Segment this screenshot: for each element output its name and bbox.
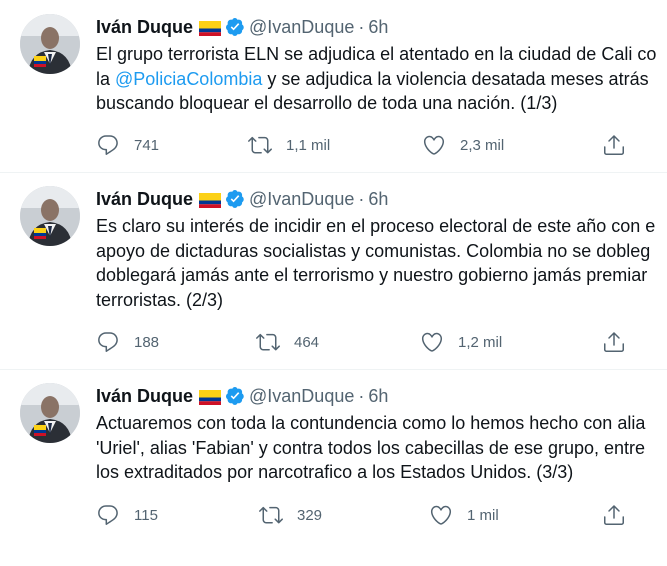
tweet-header: Iván Duque @IvanDuque · 6h bbox=[96, 385, 388, 407]
reply-icon bbox=[98, 505, 118, 525]
retweet-button[interactable]: 1,1 mil bbox=[248, 133, 330, 157]
verified-badge-icon bbox=[226, 190, 244, 208]
colombia-flag-icon bbox=[199, 193, 222, 208]
like-button[interactable]: 2,3 mil bbox=[422, 133, 504, 157]
tweet-time[interactable]: 6h bbox=[368, 189, 388, 209]
tweet-text: Es claro su interés de incidir en el pro… bbox=[96, 214, 667, 312]
colombia-flag-icon bbox=[199, 390, 222, 405]
share-button[interactable] bbox=[602, 133, 626, 157]
separator-dot: · bbox=[358, 17, 365, 37]
tweet-time[interactable]: 6h bbox=[368, 17, 388, 37]
verified-badge-icon bbox=[226, 387, 244, 405]
avatar[interactable] bbox=[20, 14, 80, 74]
avatar[interactable] bbox=[20, 186, 80, 246]
tweet-line: doblegará jamás ante el terrorismo y nue… bbox=[96, 265, 648, 285]
separator-dot: · bbox=[358, 189, 365, 209]
tweet-2[interactable]: Iván Duque @IvanDuque · 6h Es claro su inte… bbox=[0, 172, 667, 369]
avatar-photo bbox=[20, 14, 80, 74]
tweet-line: la @PoliciaColombia y se adjudica la vio… bbox=[96, 67, 667, 92]
retweet-count: 329 bbox=[297, 506, 323, 524]
reply-icon bbox=[98, 135, 118, 155]
like-button[interactable]: 1,2 mil bbox=[420, 330, 502, 354]
tweet-line-text: y se adjudica la violencia desatada mese… bbox=[262, 68, 649, 89]
tweet-header: Iván Duque @IvanDuque · 6h bbox=[96, 16, 388, 38]
avatar[interactable] bbox=[20, 383, 80, 443]
like-count: 1,2 mil bbox=[458, 333, 503, 351]
retweet-icon bbox=[256, 333, 280, 351]
heart-icon bbox=[430, 505, 452, 525]
share-icon bbox=[604, 332, 624, 352]
avatar-photo bbox=[20, 383, 80, 443]
retweet-count: 1,1 mil bbox=[286, 136, 331, 154]
verified-badge-icon bbox=[226, 18, 244, 36]
share-button[interactable] bbox=[602, 503, 626, 527]
tweet-line: buscando bloquear el desarrollo de toda … bbox=[96, 93, 558, 113]
author-handle[interactable]: @IvanDuque bbox=[249, 386, 354, 406]
author-handle[interactable]: @IvanDuque bbox=[249, 189, 354, 209]
retweet-button[interactable]: 329 bbox=[259, 503, 322, 527]
tweet-text: El grupo terrorista ELN se adjudica el a… bbox=[96, 42, 667, 116]
avatar-photo bbox=[20, 186, 80, 246]
retweet-count: 464 bbox=[294, 333, 320, 351]
tweet-line: terroristas. (2/3) bbox=[96, 289, 224, 310]
separator-dot: · bbox=[358, 386, 365, 406]
tweet-line-text: la bbox=[96, 68, 116, 89]
mention-link[interactable]: @PoliciaColombia bbox=[115, 69, 262, 89]
tweet-line: los extraditados por narcotrafico a los … bbox=[96, 462, 574, 482]
share-button[interactable] bbox=[602, 330, 626, 354]
tweet-line: El grupo terrorista ELN se adjudica el a… bbox=[96, 44, 657, 64]
retweet-icon bbox=[259, 506, 283, 524]
retweet-button[interactable]: 464 bbox=[256, 330, 319, 354]
tweet-line: 'Uriel', alias 'Fabian' y contra todos l… bbox=[96, 437, 646, 458]
like-count: 1 mil bbox=[467, 506, 499, 524]
tweet-1[interactable]: Iván Duque @IvanDuque · 6h El grupo terrori… bbox=[0, 0, 667, 172]
reply-button[interactable]: 115 bbox=[96, 503, 158, 527]
tweet-header: Iván Duque @IvanDuque · 6h bbox=[96, 188, 388, 210]
author-name[interactable]: Iván Duque bbox=[96, 17, 193, 37]
author-name[interactable]: Iván Duque bbox=[96, 189, 193, 209]
reply-button[interactable]: 188 bbox=[96, 330, 159, 354]
colombia-flag-icon bbox=[199, 21, 222, 36]
reply-count: 188 bbox=[134, 333, 160, 351]
tweet-line: Es claro su interés de incidir en el pro… bbox=[96, 216, 656, 236]
author-name[interactable]: Iván Duque bbox=[96, 386, 193, 406]
tweet-time[interactable]: 6h bbox=[368, 386, 388, 406]
reply-count: 741 bbox=[134, 136, 160, 154]
tweet-3[interactable]: Iván Duque @IvanDuque · 6h Actuaremos con t… bbox=[0, 369, 667, 566]
like-button[interactable]: 1 mil bbox=[429, 503, 499, 527]
reply-icon bbox=[98, 332, 118, 352]
share-icon bbox=[604, 135, 624, 155]
retweet-icon bbox=[248, 136, 272, 154]
tweet-text: Actuaremos con toda la contundencia como… bbox=[96, 411, 667, 485]
heart-icon bbox=[421, 332, 443, 352]
tweet-line: apoyo de dictaduras socialistas y comuni… bbox=[96, 240, 651, 261]
author-handle[interactable]: @IvanDuque bbox=[249, 17, 354, 37]
share-icon bbox=[604, 505, 624, 525]
reply-count: 115 bbox=[134, 506, 158, 524]
tweet-line: Actuaremos con toda la contundencia como… bbox=[96, 413, 646, 433]
reply-button[interactable]: 741 bbox=[96, 133, 159, 157]
heart-icon bbox=[423, 135, 445, 155]
like-count: 2,3 mil bbox=[460, 136, 505, 154]
